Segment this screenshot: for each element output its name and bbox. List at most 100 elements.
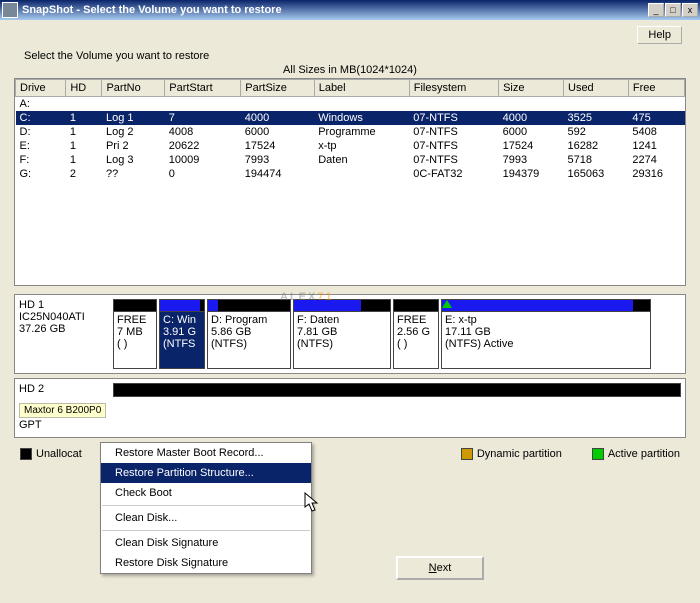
menu-item[interactable]: Restore Master Boot Record...: [101, 443, 311, 463]
table-cell: 17524: [499, 139, 564, 153]
volumes-table[interactable]: DriveHDPartNoPartStartPartSizeLabelFiles…: [14, 78, 686, 286]
hd1-model: IC25N040ATI: [19, 311, 109, 323]
titlebar[interactable]: SnapShot - Select the Volume you want to…: [0, 0, 700, 20]
table-cell: 1: [66, 153, 102, 167]
partition-label: E: x-tp17.11 GB(NTFS) Active: [442, 312, 650, 368]
next-button[interactable]: Next: [396, 556, 484, 580]
swatch-active: [592, 448, 604, 460]
table-cell: 07-NTFS: [409, 125, 498, 139]
table-cell: Log 3: [102, 153, 165, 167]
table-cell: C:: [16, 111, 66, 125]
menu-item[interactable]: Restore Disk Signature: [101, 553, 311, 573]
table-cell: 16282: [564, 139, 629, 153]
column-header[interactable]: HD: [66, 80, 102, 97]
table-cell: 2: [66, 167, 102, 181]
table-cell: G:: [16, 167, 66, 181]
table-cell: 1: [66, 125, 102, 139]
partition[interactable]: D: Program5.86 GB(NTFS): [207, 299, 291, 369]
table-row[interactable]: E:1Pri 22062217524x-tp07-NTFS17524162821…: [16, 139, 685, 153]
table-cell: 6000: [241, 125, 314, 139]
close-button[interactable]: x: [682, 3, 698, 17]
table-cell: 4000: [241, 111, 314, 125]
legend-dynamic: Dynamic partition: [477, 448, 562, 460]
minimize-button[interactable]: _: [648, 3, 664, 17]
table-cell: 0: [165, 167, 241, 181]
help-button[interactable]: Help: [637, 26, 682, 44]
table-cell: Log 2: [102, 125, 165, 139]
hd1-name: HD 1: [19, 299, 109, 311]
table-cell: 194379: [499, 167, 564, 181]
partition[interactable]: FREE2.56 G( ): [393, 299, 439, 369]
table-cell: [314, 97, 409, 112]
table-row[interactable]: A:: [16, 97, 685, 112]
table-cell: Windows: [314, 111, 409, 125]
table-cell: [499, 97, 564, 112]
partition[interactable]: FREE7 MB( ): [113, 299, 157, 369]
partition[interactable]: E: x-tp17.11 GB(NTFS) Active: [441, 299, 651, 369]
partition[interactable]: F: Daten7.81 GB(NTFS): [293, 299, 391, 369]
table-cell: E:: [16, 139, 66, 153]
swatch-dynamic: [461, 448, 473, 460]
column-header[interactable]: Used: [564, 80, 629, 97]
column-header[interactable]: Label: [314, 80, 409, 97]
app-icon: [2, 2, 18, 18]
table-cell: Pri 2: [102, 139, 165, 153]
legend-active: Active partition: [608, 448, 680, 460]
table-cell: [628, 97, 684, 112]
table-cell: [314, 167, 409, 181]
window-title: SnapShot - Select the Volume you want to…: [22, 4, 648, 16]
sizes-note: All Sizes in MB(1024*1024): [0, 64, 700, 78]
hd2-block[interactable]: HD 2 189.92 GB GPT Maxtor 6 B200P0: [14, 378, 686, 438]
column-header[interactable]: Drive: [16, 80, 66, 97]
column-header[interactable]: PartStart: [165, 80, 241, 97]
table-cell: 2274: [628, 153, 684, 167]
partition-label: F: Daten7.81 GB(NTFS): [294, 312, 390, 368]
menu-item[interactable]: Restore Partition Structure...: [101, 463, 311, 483]
table-cell: [165, 97, 241, 112]
table-cell: 20622: [165, 139, 241, 153]
table-cell: [241, 97, 314, 112]
menu-item[interactable]: Clean Disk...: [101, 508, 311, 528]
hd2-name: HD 2: [19, 383, 109, 395]
table-row[interactable]: G:2??01944740C-FAT3219437916506329316: [16, 167, 685, 181]
table-cell: [66, 97, 102, 112]
table-cell: 07-NTFS: [409, 139, 498, 153]
table-cell: 592: [564, 125, 629, 139]
column-header[interactable]: PartNo: [102, 80, 165, 97]
hd2-type: GPT: [19, 419, 109, 431]
table-row[interactable]: C:1Log 174000Windows07-NTFS40003525475: [16, 111, 685, 125]
table-cell: [409, 97, 498, 112]
table-cell: 7993: [241, 153, 314, 167]
table-cell: F:: [16, 153, 66, 167]
column-header[interactable]: PartSize: [241, 80, 314, 97]
context-menu[interactable]: Restore Master Boot Record...Restore Par…: [100, 442, 312, 574]
partition-label: FREE2.56 G( ): [394, 312, 438, 368]
table-cell: 475: [628, 111, 684, 125]
table-cell: 7993: [499, 153, 564, 167]
table-cell: 3525: [564, 111, 629, 125]
hd2-bar[interactable]: [113, 383, 681, 397]
hd2-model-tooltip: Maxtor 6 B200P0: [19, 403, 106, 418]
column-header[interactable]: Filesystem: [409, 80, 498, 97]
column-header[interactable]: Size: [499, 80, 564, 97]
instruction-text: Select the Volume you want to restore: [0, 46, 700, 64]
hd1-block: HD 1 IC25N040ATI 37.26 GB FREE7 MB( )C: …: [14, 294, 686, 374]
table-cell: 7: [165, 111, 241, 125]
partition-label: FREE7 MB( ): [114, 312, 156, 368]
column-header[interactable]: Free: [628, 80, 684, 97]
menu-item[interactable]: Check Boot: [101, 483, 311, 503]
swatch-unallocated: [20, 448, 32, 460]
table-cell: 29316: [628, 167, 684, 181]
table-cell: 5718: [564, 153, 629, 167]
table-cell: 6000: [499, 125, 564, 139]
table-row[interactable]: D:1Log 240086000Programme07-NTFS60005925…: [16, 125, 685, 139]
table-cell: 1: [66, 139, 102, 153]
partition[interactable]: C: Win3.91 G(NTFS: [159, 299, 205, 369]
table-row[interactable]: F:1Log 3100097993Daten07-NTFS79935718227…: [16, 153, 685, 167]
table-cell: Daten: [314, 153, 409, 167]
maximize-button[interactable]: □: [665, 3, 681, 17]
table-cell: Programme: [314, 125, 409, 139]
menu-item[interactable]: Clean Disk Signature: [101, 533, 311, 553]
table-cell: 1241: [628, 139, 684, 153]
hd1-size: 37.26 GB: [19, 323, 109, 335]
